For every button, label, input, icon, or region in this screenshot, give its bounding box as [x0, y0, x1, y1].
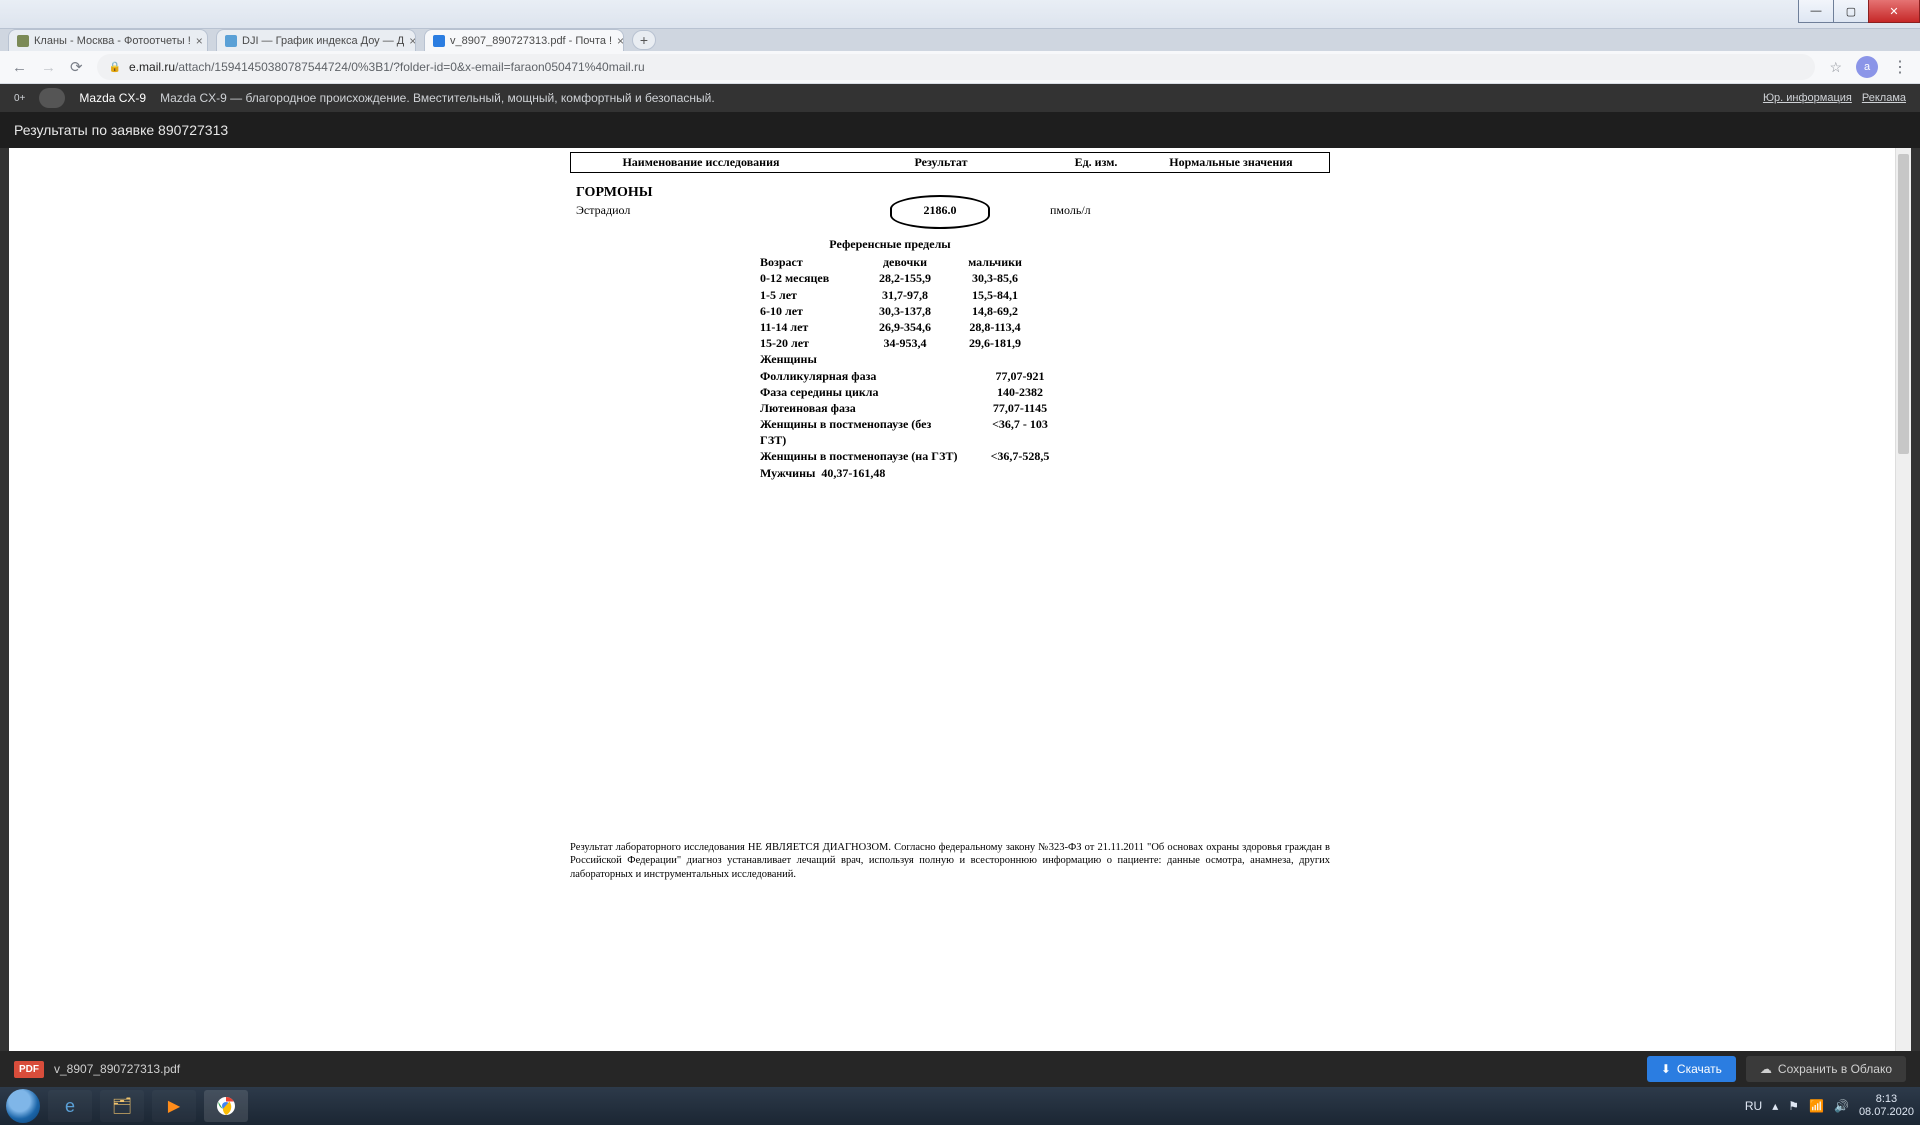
tray-show-hidden-icon[interactable]: ▴	[1772, 1099, 1778, 1113]
browser-toolbar: ← → ⟳ 🔒 e.mail.ru/attach/159414503807875…	[0, 51, 1920, 84]
address-bar[interactable]: 🔒 e.mail.ru/attach/15941450380787544724/…	[97, 54, 1816, 80]
tray-flag-icon[interactable]: ⚑	[1788, 1099, 1799, 1113]
download-icon: ⬇	[1661, 1062, 1671, 1076]
taskbar-media-icon[interactable]: ▶	[152, 1090, 196, 1122]
reference-row: 0-12 месяцев28,2-155,930,3-85,6	[760, 270, 1350, 286]
system-tray: RU ▴ ⚑ 📶 🔊 8:1308.07.2020	[1745, 1093, 1914, 1118]
tab-close-icon[interactable]: ×	[196, 34, 203, 48]
favicon-icon	[225, 35, 237, 47]
pdf-page: Наименование исследования Результат Ед. …	[570, 148, 1350, 1051]
pdf-badge-icon: PDF	[14, 1061, 44, 1078]
taskbar-ie-icon[interactable]: e	[48, 1090, 92, 1122]
ref-col-boys: мальчики	[950, 254, 1040, 270]
window-minimize-button[interactable]: —	[1798, 0, 1834, 23]
taskbar-explorer-icon[interactable]: 🗂	[100, 1090, 144, 1122]
reference-row: 11-14 лет26,9-354,628,8-113,4	[760, 319, 1350, 335]
tab-close-icon[interactable]: ×	[409, 34, 416, 48]
results-header-row: Наименование исследования Результат Ед. …	[570, 152, 1330, 173]
ad-legal-link[interactable]: Юр. информация	[1763, 92, 1852, 104]
tray-lang[interactable]: RU	[1745, 1099, 1762, 1113]
analyte-name: Эстрадиол	[570, 203, 830, 218]
download-button[interactable]: ⬇ Скачать	[1647, 1056, 1736, 1082]
reload-button[interactable]: ⟳	[70, 58, 83, 76]
favicon-icon	[17, 35, 29, 47]
women-label: Женщины	[760, 351, 1350, 367]
ad-brand: Mazda CX-9	[79, 91, 146, 105]
age-badge: 0+	[14, 93, 25, 104]
download-bar: PDF v_8907_890727313.pdf ⬇ Скачать ☁ Сох…	[0, 1051, 1920, 1087]
tab-title: Кланы - Москва - Фотоотчеты !	[34, 35, 191, 47]
tab-close-icon[interactable]: ×	[617, 34, 624, 48]
browser-tab[interactable]: Кланы - Москва - Фотоотчеты ! ×	[8, 29, 208, 51]
browser-menu-icon[interactable]: ⋮	[1892, 57, 1908, 77]
reference-row: 6-10 лет30,3-137,814,8-69,2	[760, 303, 1350, 319]
taskbar-chrome-icon[interactable]	[204, 1090, 248, 1122]
ad-label-link[interactable]: Реклама	[1862, 92, 1906, 104]
cloud-icon: ☁	[1760, 1062, 1772, 1076]
tray-clock[interactable]: 8:1308.07.2020	[1859, 1093, 1914, 1118]
bookmark-icon[interactable]: ☆	[1829, 59, 1842, 76]
new-tab-button[interactable]: +	[632, 30, 656, 50]
os-titlebar: — ▢ ✕	[0, 0, 1920, 29]
url-text: e.mail.ru/attach/15941450380787544724/0%…	[129, 60, 645, 74]
reference-row: Женщины в постменопаузе (без ГЗТ)<36,7 -…	[760, 416, 1350, 448]
viewer-stage: Наименование исследования Результат Ед. …	[0, 148, 1920, 1051]
profile-avatar[interactable]: a	[1856, 56, 1878, 78]
back-button[interactable]: ←	[12, 59, 27, 76]
scrollbar[interactable]	[1895, 148, 1911, 1051]
reference-row: 15-20 лет34-953,429,6-181,9	[760, 335, 1350, 351]
browser-tab[interactable]: DJI — График индекса Доу — Д ×	[216, 29, 416, 51]
browser-tabstrip: Кланы - Москва - Фотоотчеты ! × DJI — Гр…	[0, 29, 1920, 51]
col-normal: Нормальные значения	[1141, 153, 1321, 172]
window-maximize-button[interactable]: ▢	[1833, 0, 1869, 23]
reference-ranges: Референсные пределы Возраст девочки маль…	[760, 236, 1350, 481]
tray-volume-icon[interactable]: 🔊	[1834, 1099, 1849, 1113]
lock-icon: 🔒	[109, 62, 121, 73]
col-result: Результат	[831, 153, 1051, 172]
col-name: Наименование исследования	[571, 153, 831, 172]
ref-col-age: Возраст	[760, 254, 860, 270]
start-button[interactable]	[6, 1089, 40, 1123]
reference-row: Фолликулярная фаза77,07-921	[760, 368, 1350, 384]
download-filename: v_8907_890727313.pdf	[54, 1062, 180, 1076]
men-label: Мужчины 40,37-161,48	[760, 465, 960, 481]
window-close-button[interactable]: ✕	[1868, 0, 1920, 23]
page-title: Результаты по заявке 890727313	[0, 112, 1920, 148]
favicon-icon	[433, 35, 445, 47]
forward-button[interactable]: →	[41, 59, 56, 76]
ad-banner[interactable]: 0+ Mazda CX-9 Mazda CX-9 — благородное п…	[0, 84, 1920, 112]
analyte-value: 2186.0	[830, 203, 1050, 218]
os-taskbar: e 🗂 ▶ RU ▴ ⚑ 📶 🔊 8:1308.07.2020	[0, 1087, 1920, 1125]
reference-row: Лютеиновая фаза77,07-1145	[760, 400, 1350, 416]
tab-title: DJI — График индекса Доу — Д	[242, 35, 404, 47]
browser-tab[interactable]: v_8907_890727313.pdf - Почта ! ×	[424, 29, 624, 51]
reference-title: Референсные пределы	[760, 236, 1020, 252]
reference-row: Фаза середины цикла140-2382	[760, 384, 1350, 400]
result-row: Эстрадиол 2186.0 пмоль/л	[570, 203, 1330, 218]
tray-network-icon[interactable]: 📶	[1809, 1099, 1824, 1113]
ref-col-girls: девочки	[860, 254, 950, 270]
col-unit: Ед. изм.	[1051, 153, 1141, 172]
ad-text: Mazda CX-9 — благородное происхождение. …	[160, 91, 715, 105]
analyte-unit: пмоль/л	[1050, 203, 1140, 218]
save-to-cloud-button[interactable]: ☁ Сохранить в Облако	[1746, 1056, 1906, 1082]
reference-row: 1-5 лет31,7-97,815,5-84,1	[760, 287, 1350, 303]
ad-logo-icon	[39, 88, 65, 108]
tab-title: v_8907_890727313.pdf - Почта !	[450, 35, 612, 47]
reference-row: Женщины в постменопаузе (на ГЗТ)<36,7-52…	[760, 448, 1350, 464]
highlight-ellipse-icon	[890, 195, 990, 229]
scrollbar-thumb[interactable]	[1898, 154, 1909, 454]
disclaimer-text: Результат лабораторного исследования НЕ …	[570, 841, 1330, 882]
